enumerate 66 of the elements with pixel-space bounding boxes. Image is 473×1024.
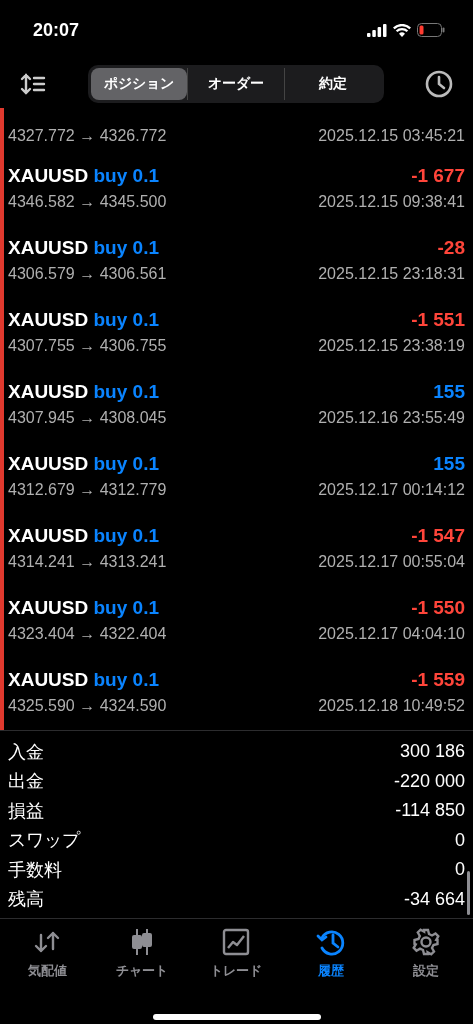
clock-icon[interactable]	[425, 70, 453, 98]
deal-time: 2025.12.16 23:55:49	[318, 409, 465, 427]
price-range: 4312.679 → 4312.779	[8, 481, 167, 499]
deal-time: 2025.12.15 09:38:41	[318, 193, 465, 211]
segment-tab[interactable]: オーダー	[187, 68, 284, 100]
summary-value: -114 850	[395, 800, 465, 822]
summary-value: -220 000	[393, 770, 465, 792]
price-range: 4346.582 → 4345.500	[8, 193, 167, 211]
tab-bar-item[interactable]: 気配値	[0, 927, 95, 1004]
tab-bar-item[interactable]: 設定	[378, 927, 473, 1004]
deal-title[interactable]: XAUUSD buy 0.1	[8, 597, 159, 619]
deal-title[interactable]: XAUUSD buy 0.1	[8, 381, 159, 403]
deal-profit: -1 551	[411, 309, 465, 331]
deal-title[interactable]: XAUUSD buy 0.1	[8, 309, 159, 331]
summary-label: 入金	[8, 740, 44, 764]
deal-profit: -28	[437, 237, 465, 259]
price-range: 4325.590 → 4324.590	[8, 697, 167, 715]
deal-time: 2025.12.17 04:04:10	[318, 625, 465, 643]
deal-time: 2025.12.15 03:45:21	[318, 126, 465, 145]
price-range: 4314.241 → 4313.241	[8, 553, 167, 571]
up-down-arrows-icon	[33, 929, 62, 955]
tab-bar-item[interactable]: トレード	[189, 927, 284, 1004]
deal-profit: -1 559	[411, 669, 465, 691]
deal-title[interactable]: XAUUSD buy 0.1	[8, 453, 159, 475]
summary-label: 損益	[8, 799, 44, 823]
settings-icon	[411, 928, 440, 956]
deal-time: 2025.12.15 23:18:31	[318, 265, 465, 283]
deal-profit: -1 550	[411, 597, 465, 619]
wifi-icon	[393, 23, 411, 37]
tab-bar-item[interactable]: 履歴	[283, 927, 379, 1004]
cellular-signal-icon	[367, 23, 387, 37]
summary-value: 300 186	[399, 741, 465, 763]
deal-title[interactable]: XAUUSD buy 0.1	[8, 525, 159, 547]
history-clock-icon	[316, 928, 347, 956]
summary-value: 0	[455, 859, 465, 881]
scrollbar	[467, 871, 470, 915]
price-range: 4306.579 → 4306.561	[8, 265, 167, 283]
summary-label: 残高	[8, 888, 44, 912]
deal-profit: 155	[433, 453, 465, 475]
summary-value: -34 664	[403, 888, 465, 910]
candlestick-icon	[129, 928, 154, 956]
deal-profit: -1 547	[411, 525, 465, 547]
summary-value: 0	[455, 829, 465, 851]
deal-time: 2025.12.17 00:55:04	[318, 553, 465, 571]
price-range: 4323.404 → 4322.404	[8, 625, 167, 643]
deal-time: 2025.12.18 10:49:52	[318, 697, 465, 715]
segment-tab[interactable]: ポジション	[90, 68, 188, 100]
summary-label: スワップ	[8, 829, 80, 853]
tab-bar-item[interactable]: チャート	[94, 927, 190, 1004]
summary-label: 出金	[8, 770, 44, 794]
battery-low-icon	[417, 23, 445, 37]
deal-time: 2025.12.15 23:38:19	[318, 337, 465, 355]
line-chart-icon	[222, 928, 251, 956]
deal-profit: -1 677	[411, 165, 465, 187]
sort-icon[interactable]	[20, 73, 46, 95]
deal-title[interactable]: XAUUSD buy 0.1	[8, 165, 159, 187]
deal-profit: 155	[433, 381, 465, 403]
deal-time: 2025.12.17 00:14:12	[318, 481, 465, 499]
deal-title[interactable]: XAUUSD buy 0.1	[8, 237, 159, 259]
summary-label: 手数料	[8, 858, 62, 882]
price-range: 4307.755 → 4306.755	[8, 337, 167, 355]
clock-time: 20:07	[33, 19, 80, 41]
segment-tab[interactable]: 約定	[283, 68, 381, 100]
price-range: 4327.772 → 4326.772	[8, 126, 167, 145]
deal-title[interactable]: XAUUSD buy 0.1	[8, 669, 159, 691]
price-range: 4307.945 → 4308.045	[8, 409, 167, 427]
